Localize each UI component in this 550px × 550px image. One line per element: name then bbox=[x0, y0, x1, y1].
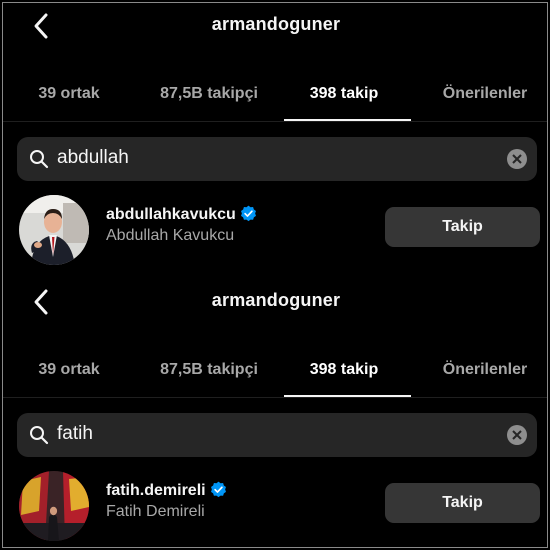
following-panel-fatih: armandoguner 39 ortak 87,5B takipçi 398 … bbox=[3, 279, 547, 547]
follow-button[interactable]: Takip bbox=[385, 483, 540, 523]
tabs-divider bbox=[3, 397, 547, 398]
search-icon bbox=[30, 426, 49, 445]
result-username[interactable]: abdullahkavukcu bbox=[106, 205, 257, 224]
result-username-text: fatih.demireli bbox=[106, 482, 206, 499]
search-query-text: abdullah bbox=[57, 147, 129, 168]
tab-followers[interactable]: 87,5B takipçi bbox=[137, 75, 281, 120]
profile-header: armandoguner bbox=[3, 279, 547, 325]
profile-tabs: 39 ortak 87,5B takipçi 398 takip Önerile… bbox=[3, 351, 547, 399]
following-panel-abdullah: armandoguner 39 ortak 87,5B takipçi 398 … bbox=[3, 3, 547, 279]
result-full-name: Abdullah Kavukcu bbox=[106, 227, 235, 244]
search-input[interactable]: fatih bbox=[17, 413, 537, 457]
tab-mutual[interactable]: 39 ortak bbox=[7, 75, 131, 120]
search-icon bbox=[30, 150, 49, 169]
avatar[interactable] bbox=[19, 471, 89, 541]
follow-button[interactable]: Takip bbox=[385, 207, 540, 247]
profile-username: armandoguner bbox=[211, 14, 341, 34]
clear-search-button[interactable] bbox=[507, 425, 527, 445]
screenshot-frame: armandoguner 39 ortak 87,5B takipçi 398 … bbox=[2, 2, 548, 548]
close-icon bbox=[512, 430, 522, 440]
tab-following[interactable]: 398 takip bbox=[281, 351, 407, 396]
profile-tabs: 39 ortak 87,5B takipçi 398 takip Önerile… bbox=[3, 75, 547, 123]
profile-username: armandoguner bbox=[211, 290, 341, 310]
tab-suggested[interactable]: Önerilenler bbox=[421, 75, 547, 120]
verified-badge-icon bbox=[210, 481, 226, 498]
clear-search-button[interactable] bbox=[507, 149, 527, 169]
tab-following[interactable]: 398 takip bbox=[281, 75, 407, 120]
result-full-name: Fatih Demireli bbox=[106, 503, 205, 520]
tabs-divider bbox=[3, 121, 547, 122]
search-input[interactable]: abdullah bbox=[17, 137, 537, 181]
tab-mutual[interactable]: 39 ortak bbox=[7, 351, 131, 396]
tab-followers[interactable]: 87,5B takipçi bbox=[137, 351, 281, 396]
list-item[interactable]: abdullahkavukcu Abdullah Kavukcu Takip bbox=[3, 195, 547, 269]
result-username-text: abdullahkavukcu bbox=[106, 206, 236, 223]
tab-suggested[interactable]: Önerilenler bbox=[421, 351, 547, 396]
result-username[interactable]: fatih.demireli bbox=[106, 481, 227, 500]
avatar[interactable] bbox=[19, 195, 89, 265]
list-item[interactable]: fatih.demireli Fatih Demireli Takip bbox=[3, 471, 547, 545]
profile-header: armandoguner bbox=[3, 3, 547, 49]
search-query-text: fatih bbox=[57, 423, 93, 444]
verified-badge-icon bbox=[240, 205, 256, 222]
close-icon bbox=[512, 154, 522, 164]
